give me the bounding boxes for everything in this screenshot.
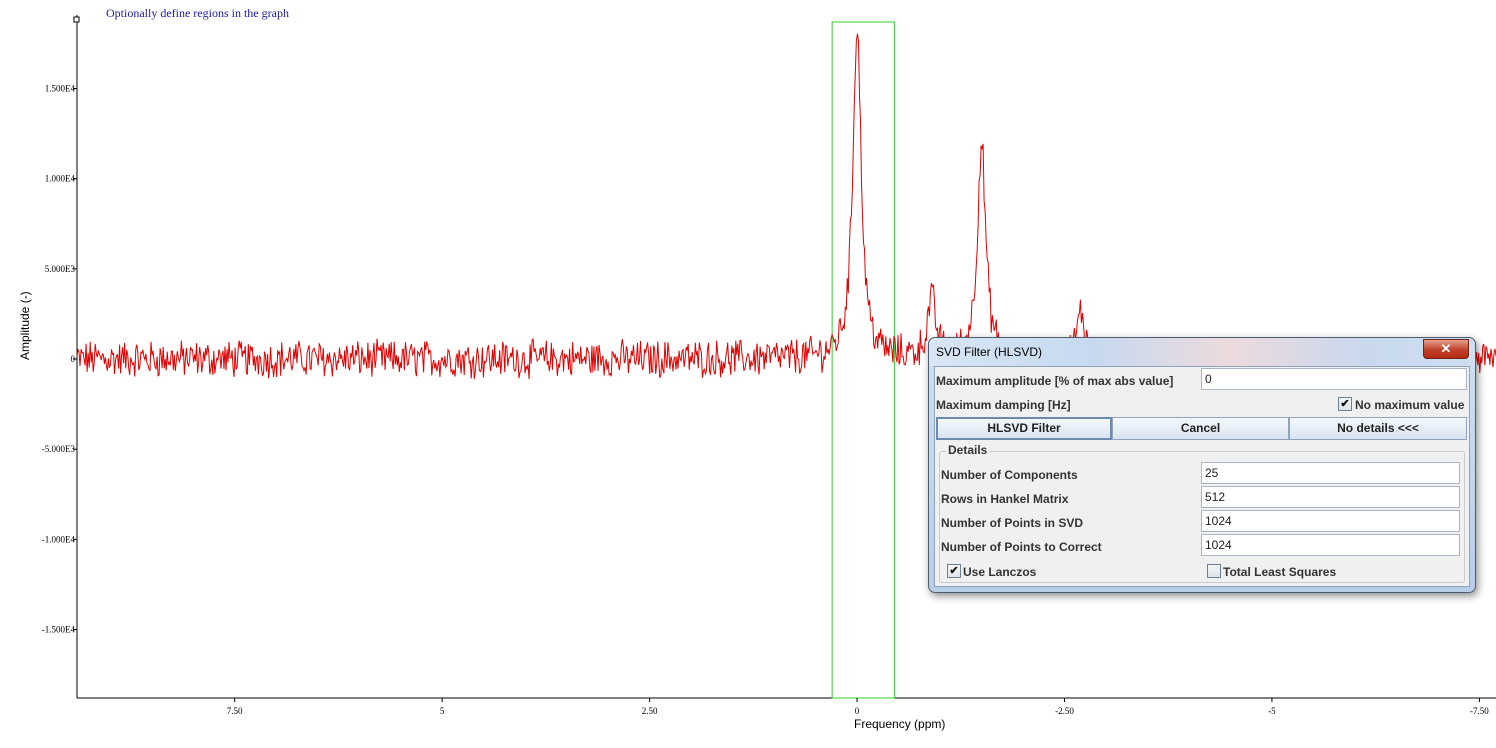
rows-label: Rows in Hankel Matrix xyxy=(941,492,1069,506)
svd-filter-dialog: SVD Filter (HLSVD) ✕ Maximum amplitude [… xyxy=(928,337,1476,593)
dialog-titlebar[interactable]: SVD Filter (HLSVD) ✕ xyxy=(929,338,1475,366)
lanczos-checkbox[interactable]: ✔ xyxy=(947,564,961,578)
svd-points-input[interactable]: 1024 xyxy=(1201,510,1460,532)
rows-input[interactable]: 512 xyxy=(1201,486,1460,508)
y-axis-ticks: 1.500E4 1.000E4 5.000E3 0 -5.000E3 -1.000E4 -1… xyxy=(42,84,77,634)
x-tick-label: 0 xyxy=(855,706,860,716)
components-input[interactable]: 25 xyxy=(1201,462,1460,484)
hlsvd-filter-button[interactable]: HLSVD Filter xyxy=(936,417,1112,440)
y-tick-label: 1.500E4 xyxy=(45,84,76,94)
svd-points-label: Number of Points in SVD xyxy=(941,516,1084,530)
y-tick-label: 0 xyxy=(71,354,76,364)
max-amplitude-label: Maximum amplitude [% of max abs value] xyxy=(936,374,1174,388)
dialog-content: Maximum amplitude [% of max abs value] 0… xyxy=(934,366,1470,587)
x-tick-label: 7.50 xyxy=(227,706,243,716)
x-tick-label: -7.50 xyxy=(1470,706,1489,716)
tls-label: Total Least Squares xyxy=(1223,565,1337,579)
correct-points-input[interactable]: 1024 xyxy=(1201,534,1460,556)
close-icon: ✕ xyxy=(1440,341,1452,356)
x-tick-label: 5 xyxy=(440,706,445,716)
y-axis-label: Amplitude (-) xyxy=(18,291,32,360)
axis-handle-icon xyxy=(73,16,80,23)
y-tick-label: -5.000E3 xyxy=(42,444,76,454)
x-axis-ticks: 7.50 5 2.50 0 -2.50 -5 -7.50 xyxy=(227,698,1489,716)
y-tick-label: 1.000E4 xyxy=(45,174,76,184)
y-tick-label: -1.000E4 xyxy=(42,534,76,544)
max-damping-label: Maximum damping [Hz] xyxy=(936,398,1071,412)
no-max-label: No maximum value xyxy=(1355,398,1465,412)
details-group-title: Details xyxy=(946,443,990,457)
correct-points-label: Number of Points to Correct xyxy=(941,540,1102,554)
spectrum-line xyxy=(76,33,1496,380)
x-axis-label: Frequency (ppm) xyxy=(854,717,946,731)
selected-region[interactable] xyxy=(831,21,895,699)
y-tick-label: -1.500E4 xyxy=(42,624,76,634)
x-tick-label: -5 xyxy=(1268,706,1276,716)
max-amplitude-input[interactable]: 0 xyxy=(1201,368,1467,390)
check-icon: ✔ xyxy=(949,565,959,577)
components-label: Number of Components xyxy=(941,468,1078,482)
region-hint: Optionally define regions in the graph xyxy=(106,6,289,20)
details-group: Details Number of Components 25 Rows in … xyxy=(939,443,1465,583)
lanczos-label: Use Lanczos xyxy=(963,565,1037,579)
tls-checkbox[interactable] xyxy=(1207,564,1221,578)
y-tick-label: 5.000E3 xyxy=(45,264,76,274)
cancel-button[interactable]: Cancel xyxy=(1112,417,1289,440)
check-icon: ✔ xyxy=(1340,398,1350,410)
x-tick-label: 2.50 xyxy=(642,706,658,716)
region-box[interactable] xyxy=(831,21,895,699)
no-max-checkbox[interactable]: ✔ xyxy=(1338,397,1352,411)
x-tick-label: -2.50 xyxy=(1055,706,1074,716)
details-toggle-button[interactable]: No details <<< xyxy=(1289,417,1467,440)
dialog-title: SVD Filter (HLSVD) xyxy=(936,345,1043,359)
close-button[interactable]: ✕ xyxy=(1423,339,1469,359)
